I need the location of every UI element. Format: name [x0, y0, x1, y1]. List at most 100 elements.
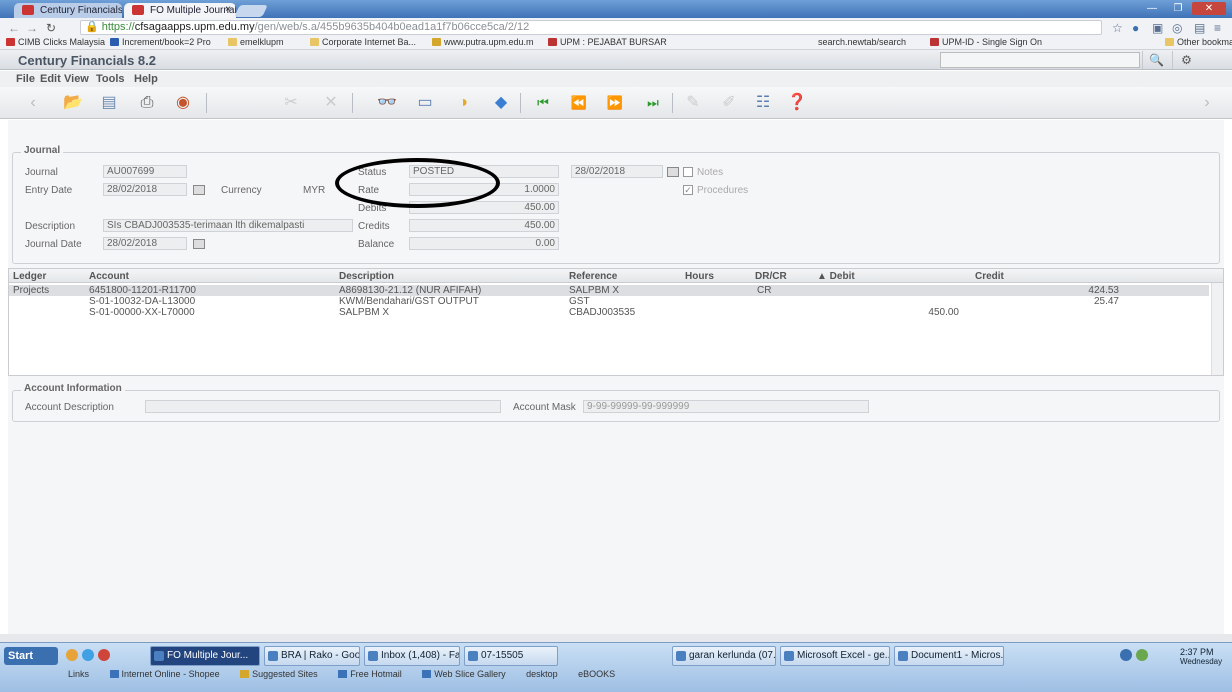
quicklaunch-icon[interactable]	[82, 649, 94, 661]
taskbar-item[interactable]: Inbox (1,408) - Fa...	[364, 646, 460, 666]
column-credit[interactable]: Credit	[975, 271, 1004, 282]
calendar-icon[interactable]	[193, 239, 205, 249]
table-row[interactable]: S-01-10032-DA-L13000 KWM/Bendahari/GST O…	[9, 296, 1209, 307]
bookmark[interactable]: UPM : PEJABAT BURSAR	[548, 37, 667, 47]
column-hours[interactable]: Hours	[685, 271, 714, 282]
app-search-input[interactable]	[940, 52, 1140, 68]
taskbar-item[interactable]: BRA | Rako - Googl...	[264, 646, 360, 666]
delete-icon[interactable]: ◉	[172, 92, 194, 114]
column-reference[interactable]: Reference	[569, 271, 617, 282]
menu-help[interactable]: Help	[134, 73, 158, 85]
extension-icon[interactable]: ▤	[1194, 21, 1205, 35]
next-record-icon[interactable]: ⏩	[604, 92, 626, 114]
network-icon[interactable]	[1120, 649, 1132, 661]
menu-file[interactable]: File	[16, 73, 35, 85]
bookmark[interactable]: search.newtab/search	[818, 37, 906, 47]
posted-date-field[interactable]: 28/02/2018	[571, 165, 663, 178]
description-field[interactable]: SIs CBADJ003535-terimaan lth dikemalpast…	[103, 219, 353, 232]
rate-field[interactable]: 1.0000	[409, 183, 559, 196]
table-scrollbar[interactable]	[1211, 283, 1223, 375]
link-item[interactable]: Web Slice Gallery	[422, 669, 506, 679]
previous-record-icon[interactable]: ⏪	[568, 92, 590, 114]
search-icon[interactable]: 🔍	[1142, 51, 1170, 69]
close-tab-icon[interactable]: ×	[225, 4, 231, 15]
next-icon[interactable]: ›	[1196, 92, 1218, 114]
clock-time[interactable]: 2:37 PM	[1180, 647, 1214, 657]
bookmark[interactable]: Increment/book=2 Pro	[110, 37, 211, 47]
bookmark[interactable]: emelklupm	[228, 37, 284, 47]
post-icon[interactable]: ◑	[452, 92, 474, 114]
prev-icon[interactable]: ‹	[22, 92, 44, 114]
close-window-icon[interactable]: ✕	[1192, 2, 1226, 15]
first-record-icon[interactable]: ⏮	[532, 92, 554, 114]
quicklaunch-icon[interactable]	[66, 649, 78, 661]
cut-icon[interactable]: ✂	[280, 92, 302, 114]
taskbar-item[interactable]: Document1 - Micros...	[894, 646, 1004, 666]
bookmark[interactable]: www.putra.upm.edu.m	[432, 37, 534, 47]
link-item[interactable]: Suggested Sites	[240, 669, 318, 679]
minimize-icon[interactable]: —	[1140, 2, 1164, 15]
calendar-icon[interactable]	[193, 185, 205, 195]
link-item[interactable]: Free Hotmail	[338, 669, 402, 679]
journal-number-field[interactable]: AU007699	[103, 165, 187, 178]
star-icon[interactable]: ☆	[1112, 21, 1123, 35]
cell-credit: 25.47	[1093, 296, 1119, 307]
calendar-icon[interactable]	[667, 167, 679, 177]
last-record-icon[interactable]: ⏭	[642, 92, 664, 114]
filter-icon[interactable]: ☷	[752, 92, 774, 114]
table-row[interactable]: Projects 6451800-11201-R11700 A8698130-2…	[9, 285, 1209, 296]
extension-icon[interactable]: ●	[1132, 21, 1139, 35]
help-icon[interactable]: ❓	[786, 92, 808, 114]
link-item[interactable]: eBOOKS	[578, 669, 615, 679]
start-button[interactable]: Start	[4, 647, 58, 665]
window-icon[interactable]: ▭	[414, 92, 436, 114]
address-bar[interactable]: 🔒 https://cfsagaapps.upm.edu.my/gen/web/s…	[80, 20, 1102, 35]
column-ledger[interactable]: Ledger	[13, 271, 46, 282]
quicklaunch-icon[interactable]	[98, 649, 110, 661]
menu-view[interactable]: View	[64, 73, 89, 85]
link-item[interactable]: Internet Online - Shopee	[109, 669, 220, 679]
open-folder-icon[interactable]: 📂	[62, 92, 84, 114]
entry-date-field[interactable]: 28/02/2018	[103, 183, 187, 196]
table-row[interactable]: S-01-00000-XX-L70000 SALPBM X CBADJ00353…	[9, 307, 1209, 318]
menu-icon[interactable]: ≡	[1214, 21, 1221, 35]
settings-icon[interactable]: ⚙	[1172, 51, 1200, 69]
pencil-icon[interactable]: ✐	[718, 92, 740, 114]
notes-icon[interactable]: ▤	[98, 92, 120, 114]
find-icon[interactable]: 👓	[376, 92, 398, 114]
column-drcr[interactable]: DR/CR	[755, 271, 787, 282]
pin-icon[interactable]: ◆	[490, 92, 512, 114]
volume-icon[interactable]	[1136, 649, 1148, 661]
menu-edit[interactable]: Edit	[40, 73, 61, 85]
menu-tools[interactable]: Tools	[96, 73, 125, 85]
taskbar-item[interactable]: Microsoft Excel - ge...	[780, 646, 890, 666]
browser-tab-active[interactable]: FO Multiple Journal - UPM×	[124, 3, 236, 18]
maximize-icon[interactable]: ❐	[1166, 2, 1190, 15]
taskbar-item[interactable]: garan kerlunda (07...	[672, 646, 776, 666]
new-tab-button[interactable]	[234, 5, 268, 17]
status-bar	[0, 634, 1232, 642]
other-bookmarks[interactable]: Other bookmarks	[1165, 37, 1232, 47]
bookmark[interactable]: CIMB Clicks Malaysia	[6, 37, 105, 47]
column-account[interactable]: Account	[89, 271, 129, 282]
print-icon[interactable]: ⎙	[136, 92, 158, 114]
clear-icon[interactable]: ✕	[320, 92, 342, 114]
column-debit[interactable]: ▲ Debit	[817, 271, 855, 282]
forward-icon[interactable]: →	[26, 21, 38, 35]
journal-date-field[interactable]: 28/02/2018	[103, 237, 187, 250]
extension-icon[interactable]: ◎	[1172, 21, 1182, 35]
edit-icon[interactable]: ✎	[682, 92, 704, 114]
browser-tab[interactable]: Century Financials 8.2 - UPM	[14, 3, 122, 18]
procedures-checkbox[interactable]: ✓	[683, 185, 693, 195]
bookmark[interactable]: UPM-ID - Single Sign On	[930, 37, 1042, 47]
address-row: ← → ↻ 🔒 https://cfsagaapps.upm.edu.my/gen…	[0, 18, 1232, 36]
notes-checkbox[interactable]	[683, 167, 693, 177]
link-item[interactable]: desktop	[526, 669, 558, 679]
column-description[interactable]: Description	[339, 271, 394, 282]
taskbar-item[interactable]: FO Multiple Jour...	[150, 646, 260, 666]
back-icon[interactable]: ←	[8, 21, 20, 35]
taskbar-item[interactable]: 07-15505	[464, 646, 558, 666]
reload-icon[interactable]: ↻	[46, 21, 56, 35]
bookmark[interactable]: Corporate Internet Ba...	[310, 37, 416, 47]
extension-icon[interactable]: ▣	[1152, 21, 1163, 35]
